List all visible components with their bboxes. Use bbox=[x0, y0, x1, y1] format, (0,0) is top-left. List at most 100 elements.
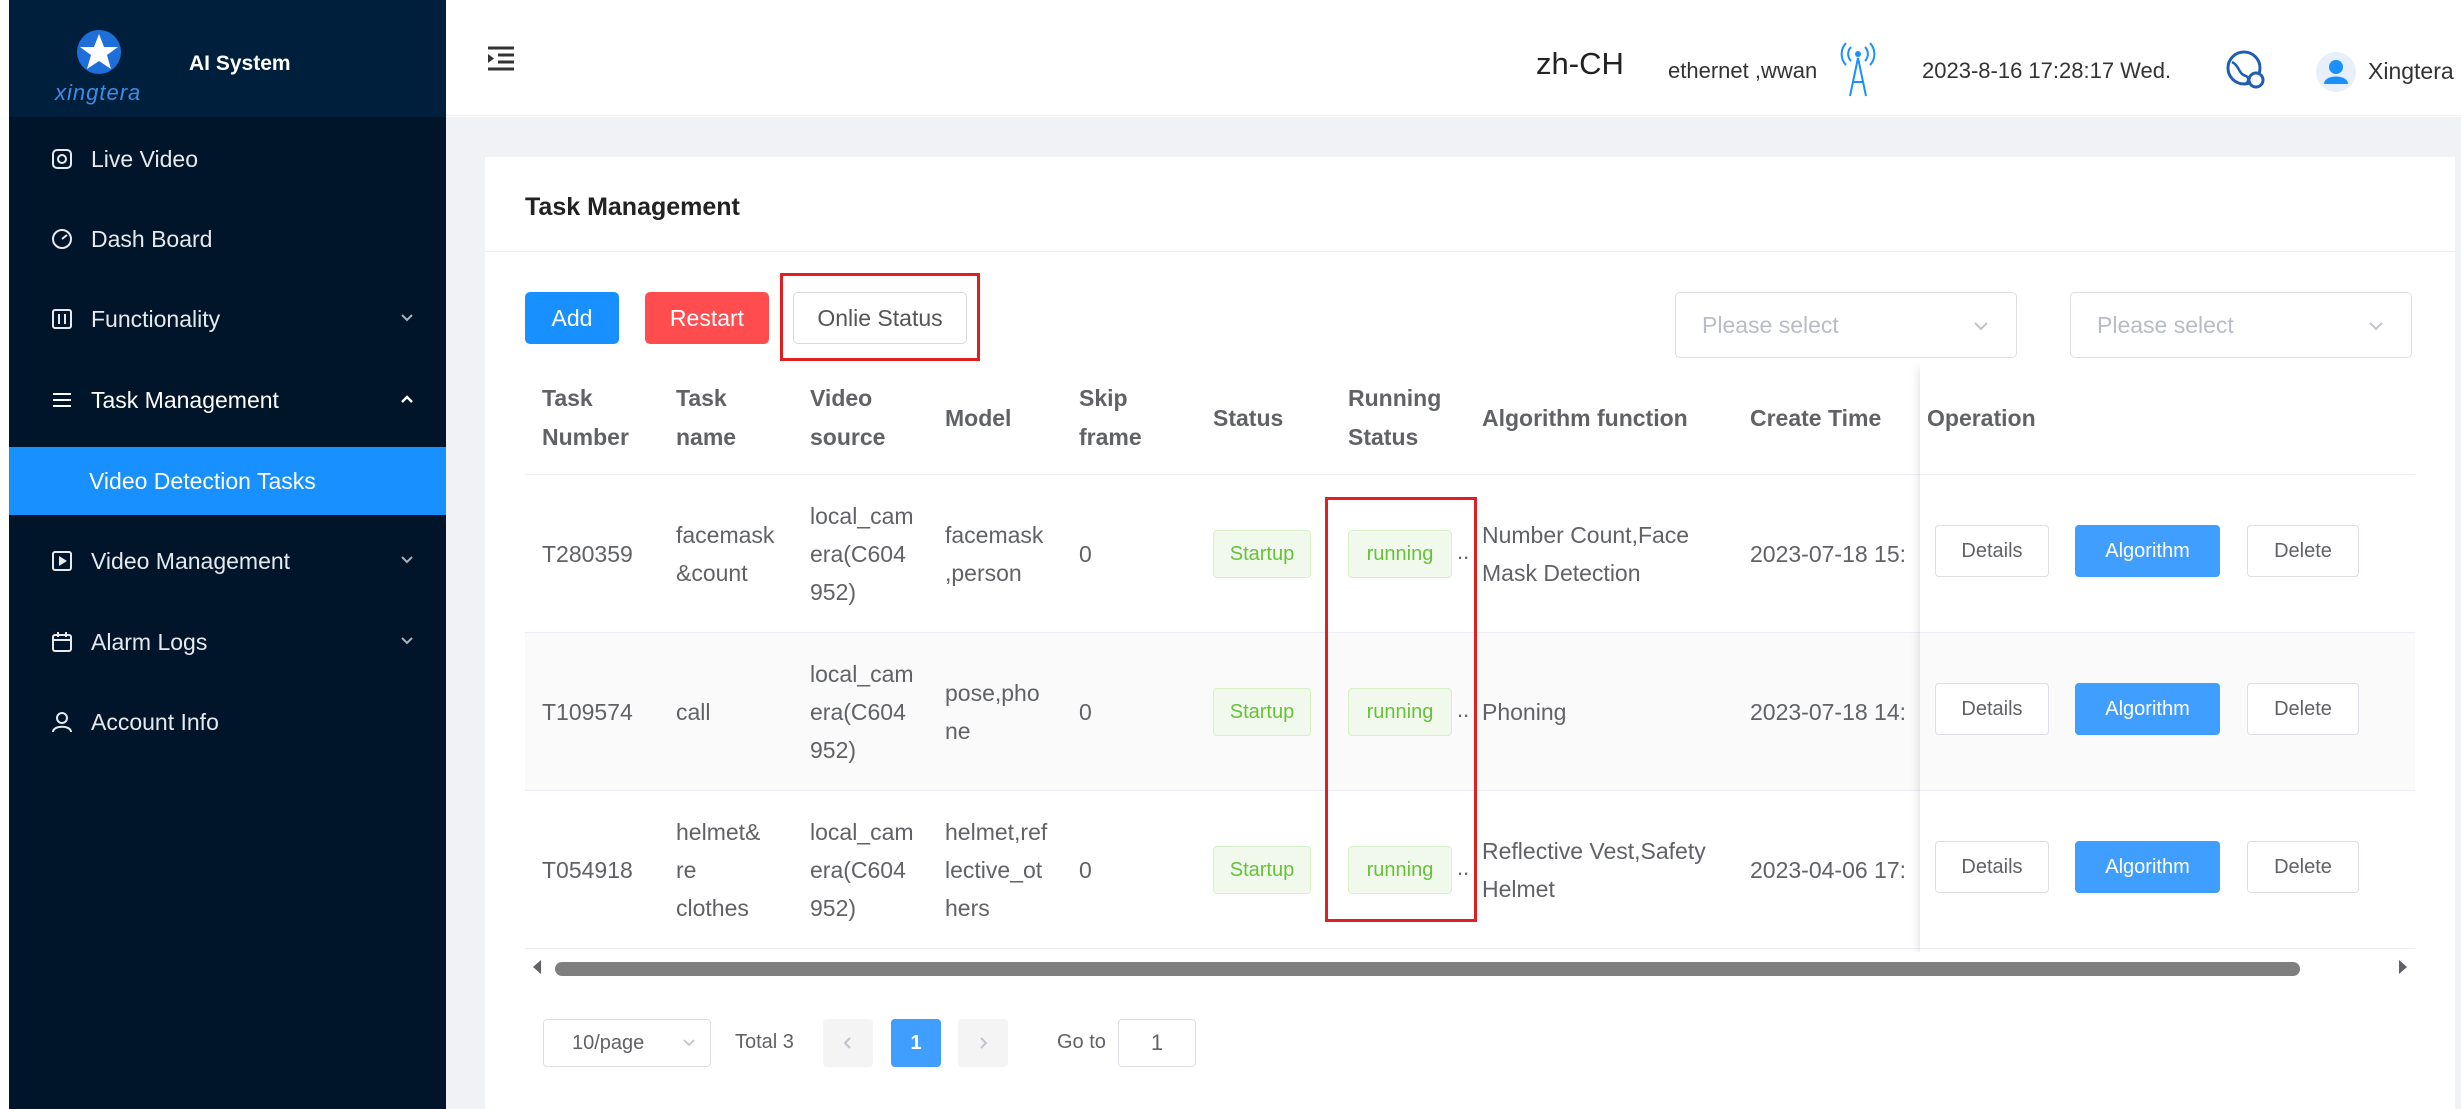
video-icon bbox=[52, 551, 72, 571]
skip-frame-cell: 0 bbox=[1079, 699, 1092, 725]
page-title: Task Management bbox=[525, 193, 740, 221]
select-placeholder: Please select bbox=[2097, 311, 2234, 338]
operation-column: Details Algorithm Delete Details Algorit… bbox=[1920, 362, 2415, 962]
delete-button[interactable]: Delete bbox=[2247, 525, 2359, 577]
task-number-cell: T280359 bbox=[542, 541, 633, 567]
user-icon bbox=[52, 712, 72, 733]
status-badge: Startup bbox=[1213, 530, 1311, 578]
algorithm-function-cell: Phoning bbox=[1482, 699, 1567, 725]
sidebar: xingtera AI System Live Video Dash Board… bbox=[9, 0, 446, 1109]
highlight-box bbox=[1325, 497, 1477, 922]
brand-title: AI System bbox=[189, 52, 291, 75]
logo-text: xingtera bbox=[55, 80, 142, 105]
skip-frame-cell: 0 bbox=[1079, 857, 1092, 883]
video-source-cell: local_camera(C604952) bbox=[810, 503, 914, 605]
sidebar-item-label: Task Management bbox=[91, 386, 279, 413]
horizontal-scrollbar[interactable] bbox=[525, 952, 2415, 982]
algorithm-button[interactable]: Algorithm bbox=[2075, 525, 2220, 577]
add-button[interactable]: Add bbox=[525, 292, 619, 344]
sidebar-item-video-management[interactable]: Video Management bbox=[9, 527, 446, 595]
operation-row: Details Algorithm Delete bbox=[1920, 633, 2415, 791]
scroll-left-arrow-icon[interactable] bbox=[533, 960, 541, 974]
globe-settings-icon[interactable] bbox=[2224, 48, 2268, 92]
language-switch[interactable]: zh-CH bbox=[1536, 46, 1624, 82]
antenna-icon bbox=[1840, 42, 1876, 97]
total-count: Total 3 bbox=[735, 1031, 794, 1053]
algorithm-function-cell: Reflective Vest,Safety Helmet bbox=[1482, 838, 1706, 902]
scrollbar-thumb[interactable] bbox=[555, 962, 2300, 976]
model-cell: facemask ,person bbox=[945, 522, 1044, 586]
divider bbox=[485, 251, 2455, 252]
delete-button[interactable]: Delete bbox=[2247, 683, 2359, 735]
task-card: Task Management Add Restart Onlie Status… bbox=[485, 157, 2455, 1109]
calendar-icon bbox=[52, 632, 72, 652]
dashboard-icon bbox=[52, 229, 72, 249]
chevron-up-icon bbox=[401, 395, 413, 403]
sidebar-item-task-management[interactable]: Task Management bbox=[9, 366, 446, 434]
sidebar-item-video-detection-tasks[interactable]: Video Detection Tasks bbox=[9, 447, 446, 515]
algorithm-function-cell: Number Count,Face Mask Detection bbox=[1482, 522, 1690, 586]
column-header: Task Number bbox=[542, 385, 629, 450]
chevron-down-icon bbox=[401, 556, 413, 564]
restart-button[interactable]: Restart bbox=[645, 292, 769, 344]
delete-button[interactable]: Delete bbox=[2247, 841, 2359, 893]
details-button[interactable]: Details bbox=[1935, 525, 2049, 577]
sidebar-item-label: Video Management bbox=[91, 547, 291, 574]
username[interactable]: Xingtera bbox=[2368, 58, 2454, 85]
sidebar-item-account-info[interactable]: Account Info bbox=[9, 688, 446, 756]
sidebar-item-functionality[interactable]: Functionality bbox=[9, 285, 446, 353]
avatar[interactable] bbox=[2316, 52, 2356, 92]
page-size-select[interactable]: 10/page bbox=[543, 1019, 711, 1067]
sidebar-item-label: Live Video bbox=[91, 145, 198, 172]
page-button-current[interactable]: 1 bbox=[891, 1019, 941, 1067]
create-time-cell: 2023-07-18 15: bbox=[1750, 541, 1907, 567]
select-placeholder: Please select bbox=[1702, 311, 1839, 338]
task-name-cell: call bbox=[676, 699, 711, 725]
algorithm-button[interactable]: Algorithm bbox=[2075, 683, 2220, 735]
scroll-right-arrow-icon[interactable] bbox=[2399, 960, 2407, 974]
sidebar-item-label: Account Info bbox=[91, 708, 219, 735]
details-button[interactable]: Details bbox=[1935, 841, 2049, 893]
filter-select-1[interactable]: Please select bbox=[1675, 292, 2017, 358]
sidebar-item-label: Functionality bbox=[91, 305, 221, 332]
task-name-cell: helmet& re clothes bbox=[676, 819, 761, 921]
chevron-down-icon bbox=[683, 1039, 695, 1047]
datetime-display: 2023-8-16 17:28:17 Wed. bbox=[1922, 58, 2172, 83]
goto-page-input[interactable]: 1 bbox=[1118, 1019, 1196, 1067]
next-page-button[interactable] bbox=[958, 1019, 1008, 1067]
chevron-down-icon bbox=[401, 314, 413, 322]
create-time-cell: 2023-04-06 17: bbox=[1750, 857, 1907, 883]
filter-select-2[interactable]: Please select bbox=[2070, 292, 2412, 358]
task-number-cell: T109574 bbox=[542, 699, 633, 725]
model-cell: pose,phone bbox=[945, 680, 1040, 744]
operation-row: Details Algorithm Delete bbox=[1920, 475, 2415, 633]
sidebar-item-alarm-logs[interactable]: Alarm Logs bbox=[9, 608, 446, 676]
model-cell: helmet,reflective_others bbox=[945, 819, 1048, 921]
logo-area: xingtera AI System bbox=[9, 0, 446, 117]
column-header: Create Time bbox=[1750, 404, 1882, 431]
create-time-cell: 2023-07-18 14: bbox=[1750, 699, 1907, 725]
skip-frame-cell: 0 bbox=[1079, 541, 1092, 567]
star-logo-icon bbox=[77, 30, 121, 74]
sidebar-item-label: Dash Board bbox=[91, 225, 213, 252]
goto-label: Go to bbox=[1057, 1031, 1106, 1053]
top-header: zh-CH ethernet ,wwan 2023-8-16 17:28:17 … bbox=[446, 8, 2461, 116]
chevron-down-icon bbox=[1974, 322, 1988, 331]
sidebar-item-live-video[interactable]: Live Video bbox=[9, 125, 446, 193]
column-header: Model bbox=[945, 404, 1012, 431]
functionality-icon bbox=[52, 309, 72, 329]
column-header: Running Status bbox=[1348, 385, 1442, 450]
column-header: Skip frame bbox=[1079, 385, 1142, 450]
column-header: Status bbox=[1213, 404, 1284, 431]
algorithm-button[interactable]: Algorithm bbox=[2075, 841, 2220, 893]
camera-icon bbox=[52, 149, 72, 169]
menu-fold-icon[interactable] bbox=[486, 44, 516, 72]
list-icon bbox=[53, 393, 71, 407]
column-header: Task name bbox=[676, 385, 737, 450]
sidebar-item-dash-board[interactable]: Dash Board bbox=[9, 205, 446, 273]
details-button[interactable]: Details bbox=[1935, 683, 2049, 735]
sidebar-item-label: Video Detection Tasks bbox=[89, 467, 316, 494]
sidebar-item-label: Alarm Logs bbox=[91, 628, 208, 655]
chevron-down-icon bbox=[401, 637, 413, 645]
prev-page-button[interactable] bbox=[823, 1019, 873, 1067]
